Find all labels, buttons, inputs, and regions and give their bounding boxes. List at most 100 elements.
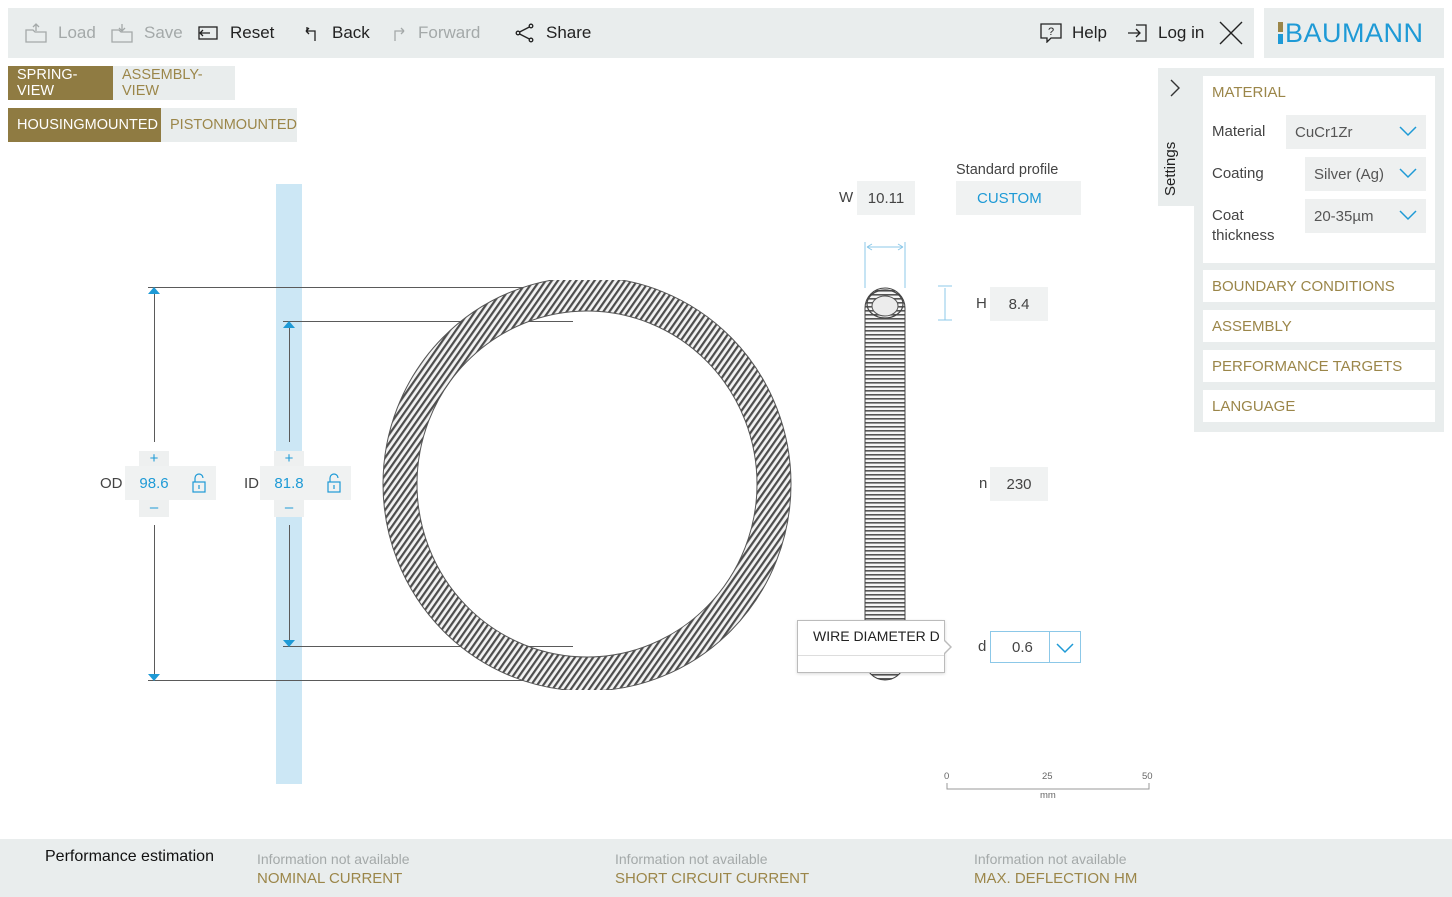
- material-field-label: Material: [1212, 123, 1266, 140]
- reset-label: Reset: [230, 23, 275, 42]
- chevron-down-icon: [1056, 643, 1074, 654]
- od-lock-button[interactable]: [182, 466, 216, 500]
- h-input[interactable]: 8.4: [990, 287, 1048, 321]
- h-label: H: [976, 295, 987, 312]
- short-circuit-current-status: Information not available: [615, 851, 768, 867]
- reset-button[interactable]: Reset: [196, 8, 274, 58]
- standard-profile-select[interactable]: CUSTOM: [956, 181, 1081, 215]
- section-performance-targets[interactable]: PERFORMANCE TARGETS: [1203, 350, 1435, 382]
- tab-pistonmounted[interactable]: PISTONMOUNTED: [161, 108, 297, 142]
- share-button[interactable]: Share: [514, 8, 591, 58]
- load-button[interactable]: Load: [24, 8, 96, 58]
- chevron-down-icon: [1399, 168, 1417, 179]
- back-button[interactable]: Back: [302, 8, 370, 58]
- performance-bar: [0, 839, 1452, 897]
- scale-unit: mm: [1040, 790, 1056, 801]
- logo-mark-icon: [1278, 22, 1283, 44]
- id-dim-line-top: [289, 326, 290, 442]
- settings-tab[interactable]: Settings: [1158, 68, 1194, 206]
- id-arrow-down-icon: [283, 640, 295, 647]
- coating-field-label: Coating: [1212, 165, 1264, 182]
- coat-thickness-field-label: Coat thickness: [1212, 207, 1275, 244]
- scale-tick-0: 0: [944, 771, 950, 782]
- load-icon: [25, 23, 47, 43]
- brand-logo: BAUMANN: [1264, 8, 1444, 58]
- short-circuit-current-label: SHORT CIRCUIT CURRENT: [615, 870, 810, 887]
- scale-tick-25: 25: [1042, 771, 1053, 782]
- tooltip-arrow-fill: [943, 640, 950, 654]
- forward-button[interactable]: Forward: [388, 8, 480, 58]
- login-button[interactable]: Log in: [1126, 8, 1204, 58]
- coat-thickness-value: 20-35µm: [1314, 207, 1374, 225]
- max-deflection-label: MAX. DEFLECTION HM: [974, 870, 1138, 887]
- tooltip-divider: [798, 655, 944, 656]
- wire-diameter-tooltip: WIRE DIAMETER D: [797, 620, 945, 673]
- w-input[interactable]: 10.11: [857, 181, 915, 215]
- save-label: Save: [144, 23, 183, 42]
- od-dim-line-top: [154, 292, 155, 442]
- id-dim-line-bottom: [289, 525, 290, 641]
- save-icon: [111, 24, 133, 43]
- unlock-icon: [327, 473, 341, 493]
- wire-diameter-select[interactable]: 0.6: [990, 631, 1081, 663]
- scale-tick-50: 50: [1142, 771, 1153, 782]
- chevron-right-icon[interactable]: [1168, 78, 1182, 98]
- performance-title: Performance estimation: [45, 848, 214, 865]
- save-button[interactable]: Save: [110, 8, 183, 58]
- id-arrow-up-icon: [283, 321, 295, 328]
- section-language[interactable]: LANGUAGE: [1203, 390, 1435, 422]
- chevron-down-icon: [1399, 126, 1417, 137]
- login-label: Log in: [1158, 23, 1205, 42]
- section-material[interactable]: MATERIAL: [1203, 76, 1435, 108]
- back-label: Back: [332, 23, 370, 42]
- id-input[interactable]: 81.8: [260, 466, 318, 500]
- od-arrow-up-icon: [148, 287, 160, 294]
- material-select[interactable]: CuCr1Zr: [1286, 115, 1426, 149]
- share-icon: [515, 23, 534, 43]
- coating-select[interactable]: Silver (Ag): [1305, 157, 1426, 191]
- chevron-down-icon: [1399, 210, 1417, 221]
- material-value: CuCr1Zr: [1295, 123, 1353, 141]
- settings-tab-label: Settings: [1162, 141, 1179, 196]
- forward-icon: [394, 27, 405, 41]
- help-label: Help: [1072, 23, 1107, 42]
- help-icon: ?: [1040, 23, 1062, 43]
- spring-ring-view: [382, 280, 792, 690]
- coat-thickness-select[interactable]: 20-35µm: [1305, 199, 1426, 233]
- id-label: ID: [244, 475, 259, 492]
- close-button[interactable]: [1218, 8, 1244, 58]
- reset-icon: [198, 26, 218, 40]
- share-label: Share: [546, 23, 592, 42]
- select-divider: [1049, 632, 1050, 662]
- tab-assembly-view[interactable]: ASSEMBLY-VIEW: [113, 66, 235, 100]
- max-deflection-status: Information not available: [974, 851, 1127, 867]
- w-label: W: [839, 189, 854, 206]
- standard-profile-label: Standard profile: [956, 162, 1059, 178]
- od-label: OD: [100, 475, 123, 492]
- od-decrease-button[interactable]: –: [139, 500, 169, 517]
- od-input[interactable]: 98.6: [125, 466, 183, 500]
- section-boundary-conditions[interactable]: BOUNDARY CONDITIONS: [1203, 270, 1435, 302]
- load-label: Load: [58, 23, 96, 42]
- coating-value: Silver (Ag): [1314, 165, 1385, 183]
- tooltip-text: WIRE DIAMETER D: [813, 628, 940, 644]
- unlock-icon: [192, 473, 206, 493]
- svg-text:?: ?: [1048, 26, 1054, 38]
- login-icon: [1128, 24, 1147, 42]
- section-assembly[interactable]: ASSEMBLY: [1203, 310, 1435, 342]
- close-icon: [1219, 21, 1243, 45]
- help-button[interactable]: ? Help: [1040, 8, 1107, 58]
- od-arrow-down-icon: [148, 674, 160, 681]
- nominal-current-status: Information not available: [257, 851, 410, 867]
- id-lock-button[interactable]: [317, 466, 351, 500]
- d-value: 0.6: [1012, 638, 1033, 656]
- back-icon: [305, 27, 316, 41]
- tab-housingmounted[interactable]: HOUSINGMOUNTED: [8, 108, 161, 142]
- brand-name: BAUMANN: [1285, 17, 1424, 48]
- toolbar: Load Save Reset Back Forward Share ? Hel…: [8, 8, 1254, 58]
- n-label: n: [979, 475, 988, 492]
- forward-label: Forward: [418, 23, 481, 42]
- tab-spring-view[interactable]: SPRING-VIEW: [8, 66, 113, 100]
- n-input[interactable]: 230: [990, 467, 1048, 501]
- id-decrease-button[interactable]: –: [274, 500, 304, 517]
